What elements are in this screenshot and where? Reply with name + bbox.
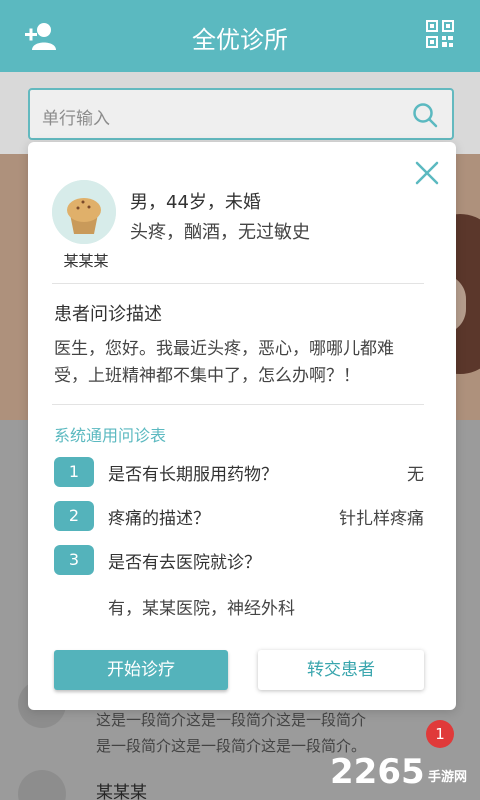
patient-basic-info: 男，44岁，未婚 (130, 192, 261, 213)
question-number: 2 (54, 501, 94, 531)
description-text: 医生，您好。我最近头疼，恶心，哪哪儿都难受，上班精神都不集中了，怎么办啊？！ (54, 339, 394, 386)
question-number: 3 (54, 545, 94, 575)
transfer-patient-button[interactable]: 转交患者 (258, 650, 424, 690)
question-text: 是否有长期服用药物？ (108, 465, 278, 485)
search-placeholder: 单行输入 (42, 109, 110, 129)
search-icon[interactable] (412, 102, 438, 128)
qr-code-icon[interactable] (426, 20, 454, 48)
search-input[interactable]: 单行输入 (28, 88, 454, 140)
question-row: 1 是否有长期服用药物？ 无 (54, 457, 430, 487)
patient-conditions: 头疼，酗酒，无过敏史 (130, 222, 310, 243)
muffin-icon (52, 180, 116, 244)
question-text: 疼痛的描述？ (108, 509, 210, 529)
patient-name: 某某某 (63, 252, 109, 270)
question-answer: 针扎样疼痛 (339, 509, 424, 529)
question-row: 2 疼痛的描述？ 针扎样疼痛 (54, 501, 430, 531)
start-treatment-button[interactable]: 开始诊疗 (54, 650, 228, 690)
question-text: 是否有去医院就诊？ (108, 553, 261, 573)
app-header: 全优诊所 (0, 0, 480, 72)
page-title: 全优诊所 (192, 26, 288, 54)
question-row: 3 是否有去医院就诊？ (54, 545, 430, 575)
question-number: 1 (54, 457, 94, 487)
watermark-logo: 2265 (330, 752, 425, 792)
patient-avatar (52, 180, 116, 244)
close-icon[interactable] (414, 160, 440, 186)
divider (52, 283, 424, 284)
watermark-text: 手游网 (428, 770, 468, 785)
question-answer: 无 (407, 465, 424, 485)
questionnaire-title: 系统通用问诊表 (54, 426, 167, 445)
notification-badge[interactable]: 1 (426, 720, 454, 748)
divider (52, 404, 424, 405)
question-answer: 有，某某医院，神经外科 (108, 599, 295, 619)
consultation-modal: 某某某 男，44岁，未婚 头疼，酗酒，无过敏史 患者问诊描述 医生，您好。我最近… (28, 142, 456, 710)
description-title: 患者问诊描述 (54, 304, 162, 325)
